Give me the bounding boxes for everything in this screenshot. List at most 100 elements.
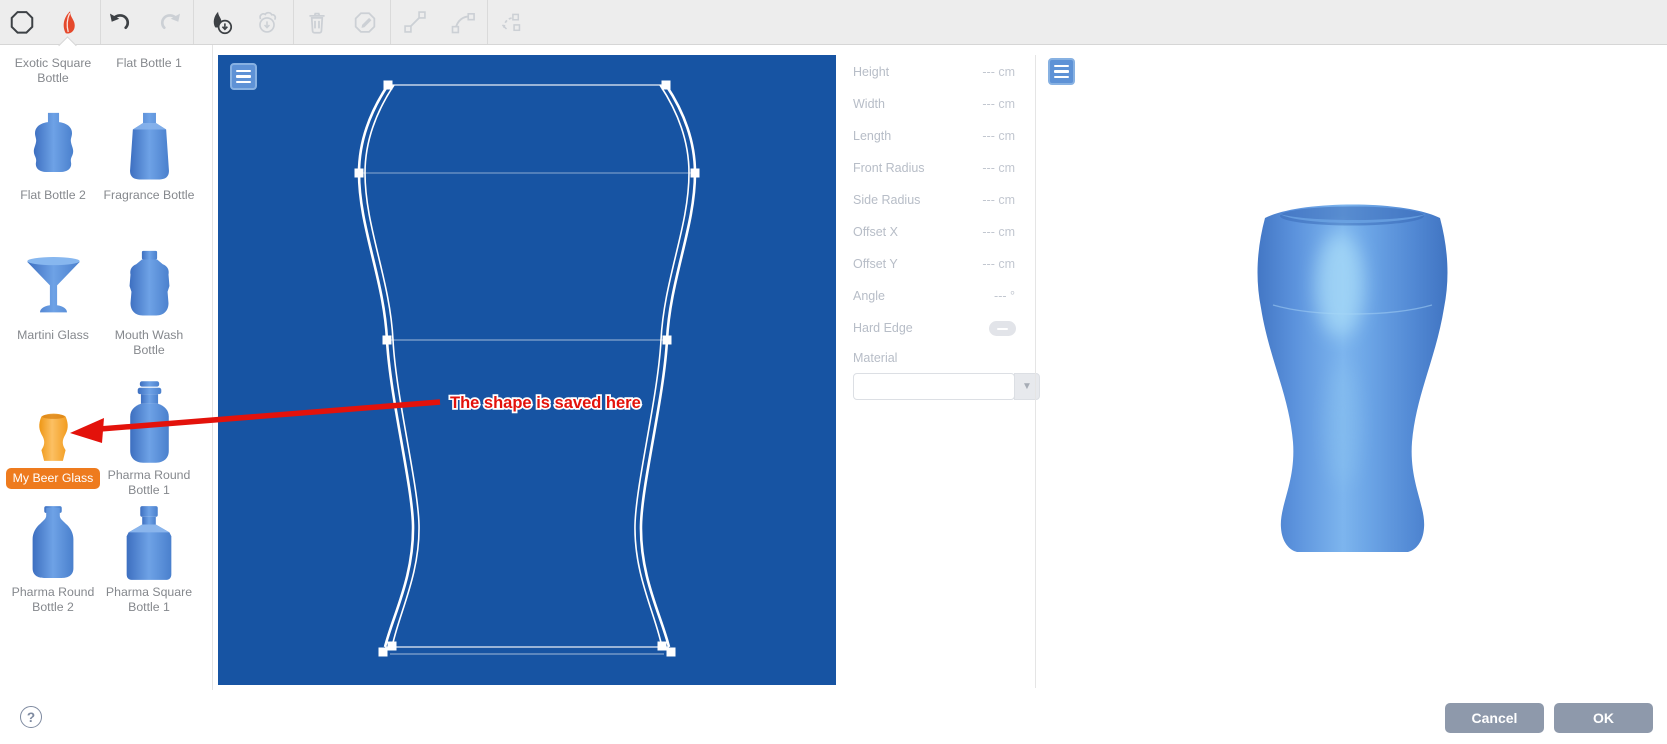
property-value: --- °	[994, 289, 1015, 303]
shape-thumbnail[interactable]	[99, 500, 199, 582]
sidebar-item-exotic-square-bottle[interactable]: Exotic Square Bottle	[3, 53, 103, 86]
sidebar-item-pharma-round-bottle-2[interactable]: Pharma Round Bottle 2	[3, 500, 103, 615]
profile-handle[interactable]	[691, 169, 700, 178]
property-label: Front Radius	[853, 161, 925, 175]
toolbar-divider	[390, 0, 391, 44]
ok-label: OK	[1593, 710, 1614, 726]
material-dropdown-button[interactable]: ▼	[1014, 373, 1040, 400]
download-shape-icon	[250, 5, 284, 39]
profile-handle[interactable]	[662, 81, 671, 90]
shape-thumbnail[interactable]	[99, 379, 199, 465]
shape-label: Fragrance Bottle	[99, 188, 199, 203]
shape-thumbnail[interactable]	[99, 107, 199, 185]
profile-handle[interactable]	[383, 336, 392, 345]
shape-label: Martini Glass	[3, 328, 103, 343]
sidebar-item-my-beer-glass[interactable]: My Beer Glass	[3, 379, 103, 489]
property-row-offset-y: Offset Y --- cm	[853, 257, 1015, 277]
shape-label: Pharma Square Bottle 1	[99, 585, 199, 615]
toolbar-divider	[100, 0, 101, 44]
profile-handles	[355, 81, 700, 657]
save-shape-icon[interactable]	[203, 5, 237, 39]
shape-label: Exotic Square Bottle	[3, 56, 103, 86]
toolbar-divider	[487, 0, 488, 44]
profile-handle[interactable]	[663, 336, 672, 345]
property-value: --- cm	[982, 161, 1015, 175]
ok-button[interactable]: OK	[1554, 703, 1653, 733]
property-label: Angle	[853, 289, 885, 303]
property-value: --- cm	[982, 97, 1015, 111]
hard-edge-label: Hard Edge	[853, 321, 913, 335]
cancel-button[interactable]: Cancel	[1445, 703, 1544, 733]
preview-menu-icon[interactable]	[1048, 58, 1075, 85]
help-icon: ?	[27, 710, 35, 725]
profile-canvas[interactable]	[218, 55, 836, 685]
profile-handle[interactable]	[667, 648, 676, 657]
property-row-angle: Angle --- °	[853, 289, 1015, 309]
property-row-width: Width --- cm	[853, 97, 1015, 117]
curve-segment-icon	[446, 5, 480, 39]
shape-thumbnail[interactable]	[3, 500, 103, 582]
profile-right-outer	[641, 85, 695, 647]
shape-label: Flat Bottle 2	[3, 188, 103, 203]
shape-thumbnail[interactable]	[3, 107, 103, 185]
profile-handle[interactable]	[379, 648, 388, 657]
cancel-label: Cancel	[1472, 710, 1518, 726]
toolbar-divider	[193, 0, 194, 44]
shape-label: Pharma Round Bottle 1	[99, 468, 199, 498]
shape-profile-outline[interactable]	[218, 55, 836, 685]
polygon-tool-icon[interactable]	[5, 5, 39, 39]
undo-icon[interactable]	[103, 5, 137, 39]
sidebar-item-martini-glass[interactable]: Martini Glass	[3, 241, 103, 343]
property-label: Length	[853, 129, 891, 143]
glass-highlight-2	[1327, 365, 1359, 485]
profile-handle[interactable]	[388, 642, 397, 651]
revolve-shape-tool-icon[interactable]	[51, 5, 85, 39]
property-value: --- cm	[982, 193, 1015, 207]
profile-handle[interactable]	[355, 169, 364, 178]
delete-icon	[300, 5, 334, 39]
shape-thumbnail[interactable]	[3, 241, 103, 325]
property-row-front-radius: Front Radius --- cm	[853, 161, 1015, 181]
sidebar-item-pharma-square-bottle-1[interactable]: Pharma Square Bottle 1	[99, 500, 199, 615]
help-button[interactable]: ?	[20, 706, 42, 728]
property-value: --- cm	[982, 257, 1015, 271]
property-label: Offset X	[853, 225, 898, 239]
shape-thumbnail[interactable]	[3, 379, 103, 465]
shape-label: Pharma Round Bottle 2	[3, 585, 103, 615]
hard-edge-toggle	[989, 321, 1016, 336]
property-row-side-radius: Side Radius --- cm	[853, 193, 1015, 213]
property-row-height: Height --- cm	[853, 65, 1015, 85]
edit-nodes-icon	[493, 5, 527, 39]
beer-glass-3d-preview[interactable]	[1245, 190, 1460, 562]
redo-icon	[153, 5, 187, 39]
sidebar-item-fragrance-bottle[interactable]: Fragrance Bottle	[99, 107, 199, 203]
property-label: Width	[853, 97, 885, 111]
glass-highlight	[1316, 233, 1364, 337]
sidebar-item-flat-bottle-1[interactable]: Flat Bottle 1	[99, 53, 199, 71]
material-row: Material	[853, 351, 1015, 371]
material-input[interactable]: ▼	[853, 373, 1015, 400]
property-value: --- cm	[982, 225, 1015, 239]
shape-label-selected: My Beer Glass	[3, 468, 103, 489]
shape-thumbnail[interactable]	[99, 241, 199, 325]
toolbar-divider	[293, 0, 294, 44]
property-row-offset-x: Offset X --- cm	[853, 225, 1015, 245]
property-label: Side Radius	[853, 193, 920, 207]
toolbar	[0, 0, 1667, 45]
edit-shape-icon	[348, 5, 382, 39]
properties-panel: Height--- cmWidth--- cmLength--- cmFront…	[845, 55, 1023, 405]
profile-handle[interactable]	[658, 642, 667, 651]
panel-divider	[1035, 55, 1036, 688]
sidebar-item-pharma-round-bottle-1[interactable]: Pharma Round Bottle 1	[99, 379, 199, 498]
shape-label: Mouth Wash Bottle	[99, 328, 199, 358]
shape-label: Flat Bottle 1	[99, 56, 199, 71]
material-label: Material	[853, 351, 897, 365]
property-value: --- cm	[982, 65, 1015, 79]
sidebar-item-flat-bottle-2[interactable]: Flat Bottle 2	[3, 107, 103, 203]
property-label: Height	[853, 65, 889, 79]
sidebar-item-mouth-wash-bottle[interactable]: Mouth Wash Bottle	[99, 241, 199, 358]
profile-handle[interactable]	[384, 81, 393, 90]
profile-left-outer	[359, 85, 413, 647]
property-label: Offset Y	[853, 257, 898, 271]
shape-designer-window: Exotic Square BottleFlat Bottle 1 Flat Bo…	[0, 0, 1667, 744]
